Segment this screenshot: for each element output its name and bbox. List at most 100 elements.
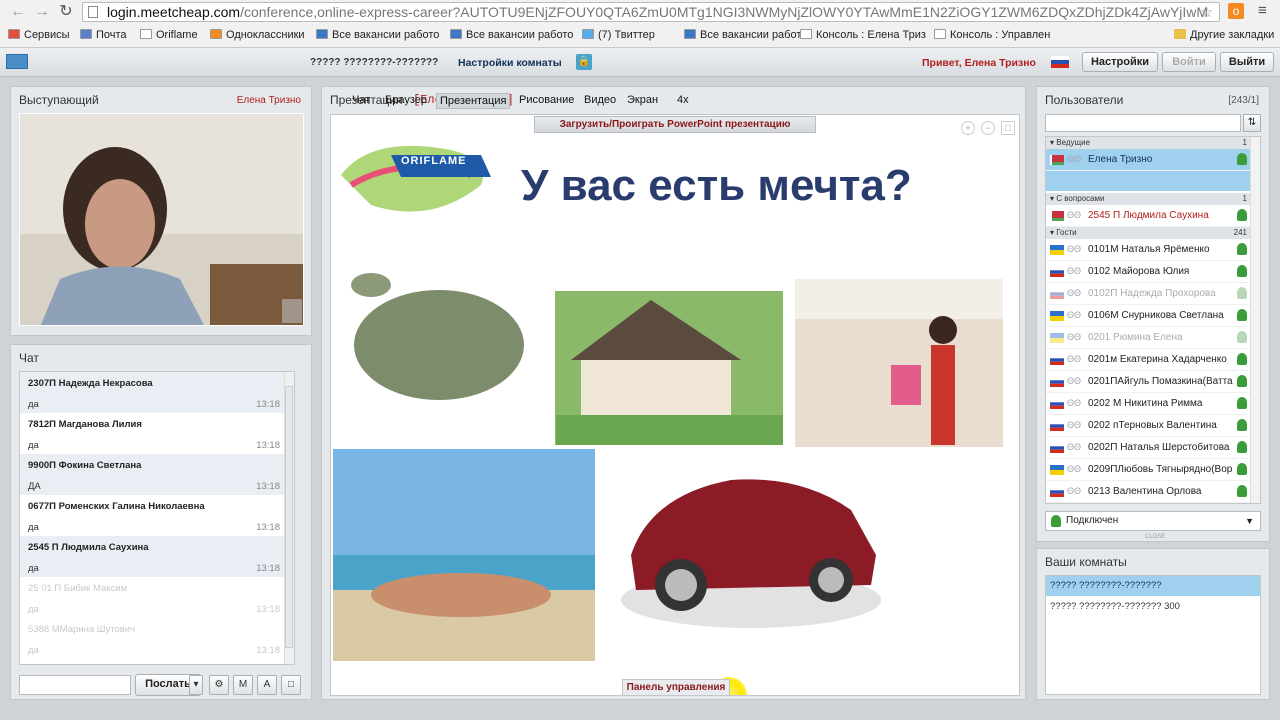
reload-icon[interactable]: ↻ [56, 3, 76, 21]
mic-camera-icon[interactable]: ΘΘ [1067, 486, 1081, 496]
back-arrow-icon[interactable]: ← [8, 3, 28, 21]
user-search-input[interactable] [1045, 114, 1241, 132]
control-panel-button[interactable]: Панель управления [622, 679, 730, 695]
mic-camera-icon[interactable]: ΘΘ [1067, 420, 1081, 430]
connection-status-dropdown[interactable]: Подключен ▼ [1045, 511, 1261, 531]
mic-camera-icon[interactable]: ΘΘ [1067, 354, 1081, 364]
speaker-video[interactable] [19, 113, 304, 326]
tab-5[interactable]: Экран [627, 94, 658, 106]
chat-message: 0677П Роменских Галина Николаевна да 13:18 [20, 495, 286, 536]
bookmark-item[interactable]: Консоль : Елена Триз [800, 29, 926, 41]
sort-users-icon[interactable]: ⇅ [1243, 114, 1261, 132]
user-row[interactable]: ΘΘ 0209ПЛюбовь Тягнырядно(Вор [1046, 459, 1251, 481]
room-item[interactable]: ????? ????????-??????? [1046, 576, 1260, 596]
user-list-scrollbar[interactable] [1250, 137, 1260, 503]
mic-camera-icon[interactable]: ΘΘ [1067, 398, 1081, 408]
font-icon[interactable]: M [233, 675, 253, 695]
room-item[interactable]: ????? ????????-??????? 300 [1046, 597, 1260, 617]
user-row[interactable]: ΘΘ 0106М Снурникова Светлана [1046, 305, 1251, 327]
user-row[interactable]: ΘΘ Елена Тризно [1046, 149, 1251, 171]
room-list[interactable]: ????? ????????-???????????? ????????-???… [1045, 575, 1261, 695]
other-bookmarks[interactable]: Другие закладки [1174, 29, 1274, 41]
settings-button[interactable]: Настройки [1082, 52, 1158, 72]
odnoklassniki-extension-icon[interactable]: о [1228, 3, 1244, 19]
russia-flag-icon[interactable] [1051, 56, 1069, 68]
fit-screen-icon[interactable]: □ [1001, 121, 1015, 135]
folder-icon [1174, 29, 1186, 39]
tab-0[interactable]: Чат [352, 94, 370, 106]
mic-camera-icon[interactable]: ΘΘ [1067, 288, 1081, 298]
mic-camera-icon[interactable]: ΘΘ [1067, 376, 1081, 386]
logout-button[interactable]: Выйти [1220, 52, 1274, 72]
user-row[interactable]: ΘΘ 0202 М Никитина Римма [1046, 393, 1251, 415]
user-list[interactable]: ▾ Ведущие 1 ΘΘ Елена Тризно ▾ С вопросами 1 ΘΘ… [1045, 136, 1261, 504]
mic-camera-icon[interactable]: ΘΘ [1067, 210, 1081, 220]
send-options-chevron-icon[interactable]: ▾ [189, 675, 203, 695]
tab-4[interactable]: Видео [584, 94, 616, 106]
user-group-header[interactable]: ▾ Ведущие 1 [1046, 137, 1251, 149]
user-row[interactable]: ΘΘ 0201 Рюмина Елена [1046, 327, 1251, 349]
user-row[interactable]: ΘΘ 0202 пТерновых Валентина [1046, 415, 1251, 437]
mic-camera-icon[interactable]: ΘΘ [1067, 244, 1081, 254]
tab-3[interactable]: Рисование [519, 94, 574, 106]
user-group-header[interactable]: ▾ Гости 241 [1046, 227, 1251, 239]
bookmark-item[interactable]: Одноклассники [210, 29, 305, 41]
room-settings-link[interactable]: Настройки комнаты [458, 57, 562, 69]
chat-scrollbar[interactable] [284, 372, 294, 664]
login-button[interactable]: Войти [1162, 52, 1216, 72]
save-chat-icon[interactable]: □ [281, 675, 301, 695]
browser-menu-icon[interactable]: ≡ [1258, 2, 1267, 19]
chat-author: 2545 П Людмила Саухина [28, 542, 149, 553]
bookmark-label: Все вакансии работо [332, 29, 440, 41]
user-name: 0213 Валентина Орлова [1088, 486, 1202, 497]
user-name: 0209ПЛюбовь Тягнырядно(Вор [1088, 464, 1233, 475]
user-row[interactable]: ΘΘ 0202П Наталья Шерстобитова [1046, 437, 1251, 459]
mic-camera-icon[interactable]: ΘΘ [1067, 266, 1081, 276]
close-label[interactable]: CLOSE [1145, 534, 1165, 540]
user-group-header[interactable]: ▾ С вопросами 1 [1046, 193, 1251, 205]
bookmark-item[interactable]: Консоль : Управлен [934, 29, 1050, 41]
user-row[interactable]: ΘΘ 0101М Наталья Ярёменко [1046, 239, 1251, 261]
bookmark-item[interactable]: Почта [80, 29, 127, 41]
mic-camera-icon[interactable]: ΘΘ [1067, 332, 1081, 342]
zoom-in-icon[interactable]: + [961, 121, 975, 135]
mic-camera-icon[interactable]: ΘΘ [1067, 154, 1081, 164]
user-row[interactable]: ΘΘ 0213 Валентина Орлова [1046, 481, 1251, 503]
apps-icon [8, 29, 20, 39]
bookmark-item[interactable]: Все вакансии работо [316, 29, 439, 41]
attach-icon[interactable]: ⚙ [209, 675, 229, 695]
user-name: 0202 пТерновых Валентина [1088, 420, 1217, 431]
user-row[interactable]: ΘΘ 0102 Майорова Юлия [1046, 261, 1251, 283]
bookmark-star-icon[interactable]: ☆ [1200, 3, 1213, 21]
tab-2[interactable]: Презентация [436, 93, 511, 109]
zoom-out-icon[interactable]: − [981, 121, 995, 135]
text-format-icon[interactable]: A [257, 675, 277, 695]
address-bar[interactable]: login.meetcheap.com/conference,online-ex… [82, 2, 1220, 22]
tab-1[interactable]: Браузер [385, 94, 427, 106]
chat-scroll-thumb[interactable] [285, 386, 293, 648]
bookmark-label: Все вакансии работо [700, 29, 808, 41]
mic-camera-icon[interactable]: ΘΘ [1067, 442, 1081, 452]
chat-message: 5388 ММарина Шутович да 13:18 [20, 618, 286, 659]
tab-6[interactable]: 4x [677, 94, 689, 106]
users-panel: Пользователи [243/1] ⇅ ▾ Ведущие 1 ΘΘ Елена… [1036, 86, 1270, 542]
bookmark-item[interactable]: Oriflame [140, 29, 198, 41]
slide-area[interactable]: Загрузить/Проиграть PowerPoint презентац… [330, 114, 1020, 696]
bookmark-item[interactable]: Сервисы [8, 29, 70, 41]
mic-camera-icon[interactable]: ΘΘ [1067, 310, 1081, 320]
chat-input[interactable] [19, 675, 131, 695]
user-row[interactable]: ΘΘ 0201м Екатерина Хадарченко [1046, 349, 1251, 371]
chat-message-list[interactable]: 2307П Надежда Некрасова да 13:18 7812П Магд… [19, 371, 295, 665]
lock-icon[interactable]: 🔒 [576, 54, 592, 70]
user-group-label: Ведущие [1056, 138, 1091, 147]
host-controls-bar[interactable] [1046, 171, 1251, 191]
bookmark-item[interactable]: (7) Твиттер [582, 29, 655, 41]
user-row[interactable]: ΘΘ 2545 П Людмила Саухина [1046, 205, 1251, 227]
user-row[interactable]: ΘΘ 0201ПАйгуль Помазкина(Ватта [1046, 371, 1251, 393]
user-row[interactable]: ΘΘ 0102П Надежда Прохорова [1046, 283, 1251, 305]
upload-presentation-button[interactable]: Загрузить/Проиграть PowerPoint презентац… [534, 116, 816, 133]
mic-camera-icon[interactable]: ΘΘ [1067, 464, 1081, 474]
bookmark-item[interactable]: Все вакансии работо [684, 29, 807, 41]
forward-arrow-icon[interactable]: → [32, 3, 52, 21]
bookmark-item[interactable]: Все вакансии работо [450, 29, 573, 41]
